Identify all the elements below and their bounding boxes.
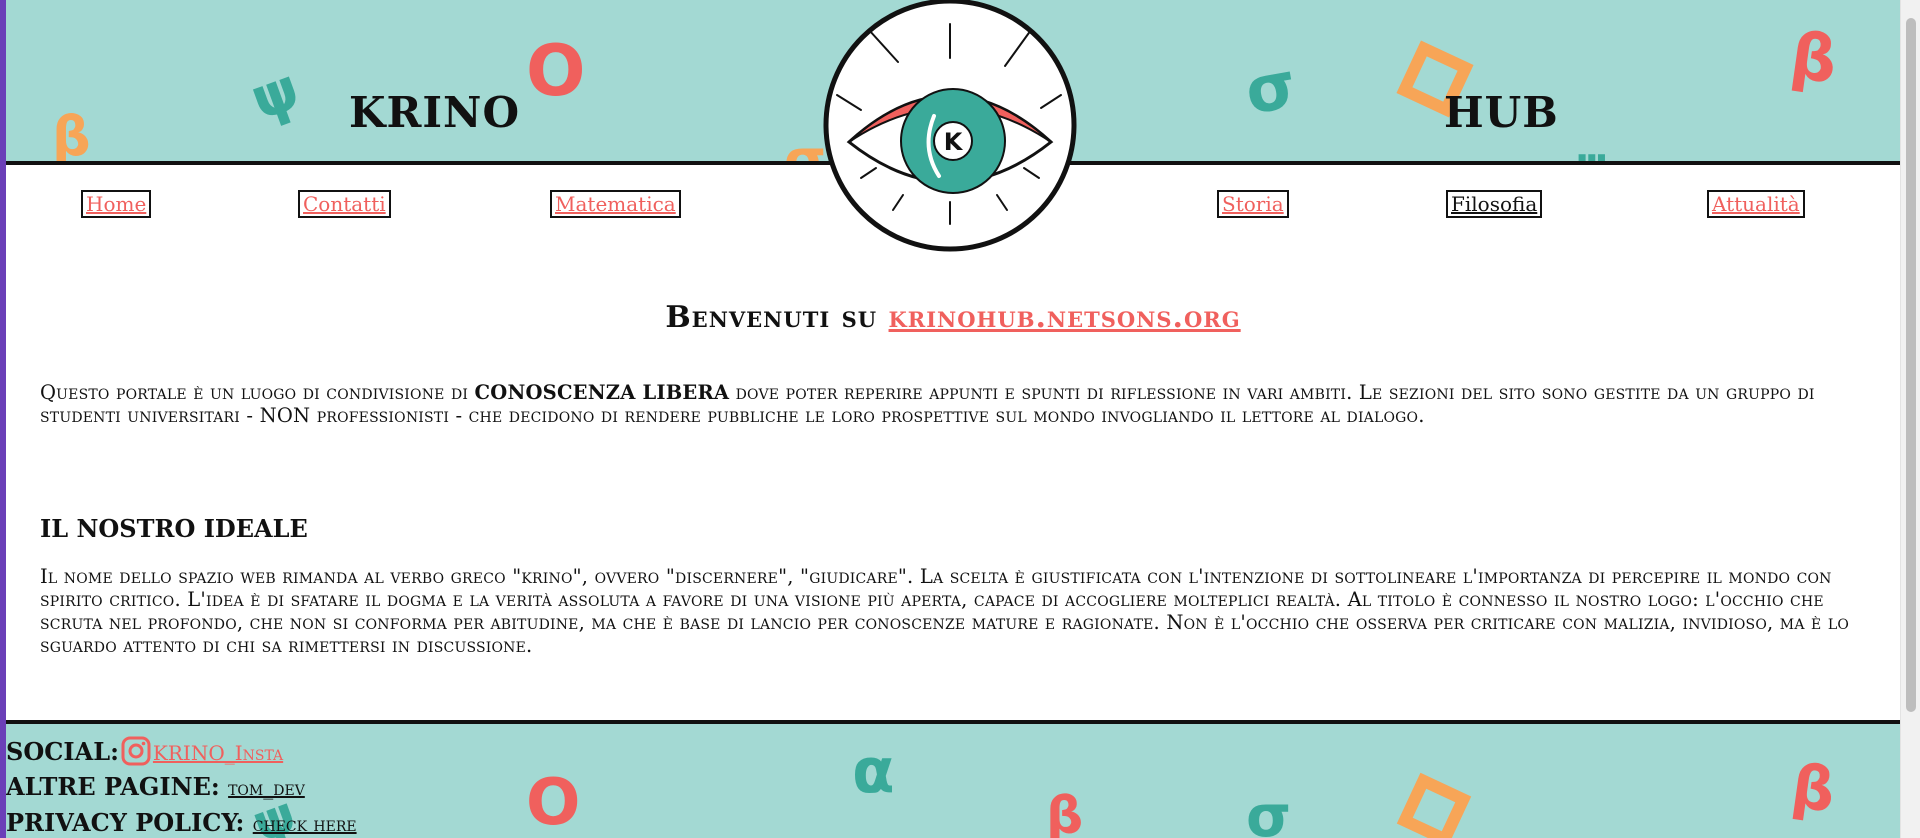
ideal-paragraph: Il nome dello spazio web rimanda al verb… (40, 565, 1850, 657)
scrollbar-thumb[interactable] (1906, 18, 1916, 712)
footer-other-pages-row: ALTRE PAGINE: tom_dev (6, 772, 305, 801)
deco-sigma2: σ (1239, 48, 1302, 130)
deco-sigma: σ (784, 128, 827, 165)
nav-filosofia[interactable]: Filosofia (1446, 190, 1543, 218)
privacy-label: PRIVACY POLICY: (6, 808, 245, 837)
intro-bold: CONOSCENZA LIBERA (474, 381, 730, 404)
nav-storia[interactable]: Storia (1217, 190, 1289, 218)
deco-omicron-footer: O (526, 766, 581, 838)
vertical-scrollbar[interactable] (1900, 0, 1920, 838)
social-label: SOCIAL: (6, 737, 119, 766)
site-domain-link[interactable]: krinohub.netsons.org (889, 300, 1241, 335)
deco-beta2-footer: β (1787, 751, 1840, 827)
footer-social-row: SOCIAL: KRINO_Insta (6, 736, 283, 766)
welcome-heading: Benvenuti su krinohub.netsons.org (6, 300, 1900, 335)
deco-beta2: β (1786, 19, 1842, 99)
nav-contatti[interactable]: Contatti (298, 190, 391, 218)
intro-text-before: Questo portale è un luogo di condivision… (40, 381, 475, 404)
site-title-left: KRINO (349, 88, 521, 137)
footer-privacy-row: PRIVACY POLICY: check here (6, 808, 357, 837)
deco-sigma-footer: σ (1246, 782, 1292, 838)
deco-beta: β (52, 105, 91, 165)
deco-alpha-footer: α (852, 734, 895, 807)
nav-home[interactable]: Home (81, 190, 152, 218)
privacy-link[interactable]: check here (253, 812, 357, 836)
nav-attualita[interactable]: Attualità (1707, 190, 1805, 218)
deco-omicron: O (526, 30, 586, 112)
instagram-icon[interactable] (121, 736, 151, 766)
welcome-prefix: Benvenuti su (665, 300, 878, 335)
deco-psi: ψ (241, 54, 309, 134)
logo-letter: K (944, 128, 964, 156)
deco-diamond-footer (1396, 772, 1472, 838)
krinohub-eye-logo[interactable]: K (821, 0, 1079, 252)
deco-psi2: ψ (1576, 140, 1608, 165)
nav-matematica[interactable]: Matematica (550, 190, 681, 218)
intro-paragraph: Questo portale è un luogo di condivision… (40, 381, 1870, 427)
other-pages-label: ALTRE PAGINE: (6, 772, 220, 801)
ideal-heading: IL NOSTRO IDEALE (40, 514, 308, 543)
other-pages-link[interactable]: tom_dev (228, 776, 305, 800)
instagram-link[interactable]: KRINO_Insta (153, 741, 283, 765)
deco-beta-footer: β (1046, 786, 1084, 838)
site-footer: ψ O α β σ β SOCIAL: KRINO_Insta ALTRE PAG… (6, 720, 1900, 838)
site-title-right: HUB (1444, 88, 1559, 137)
